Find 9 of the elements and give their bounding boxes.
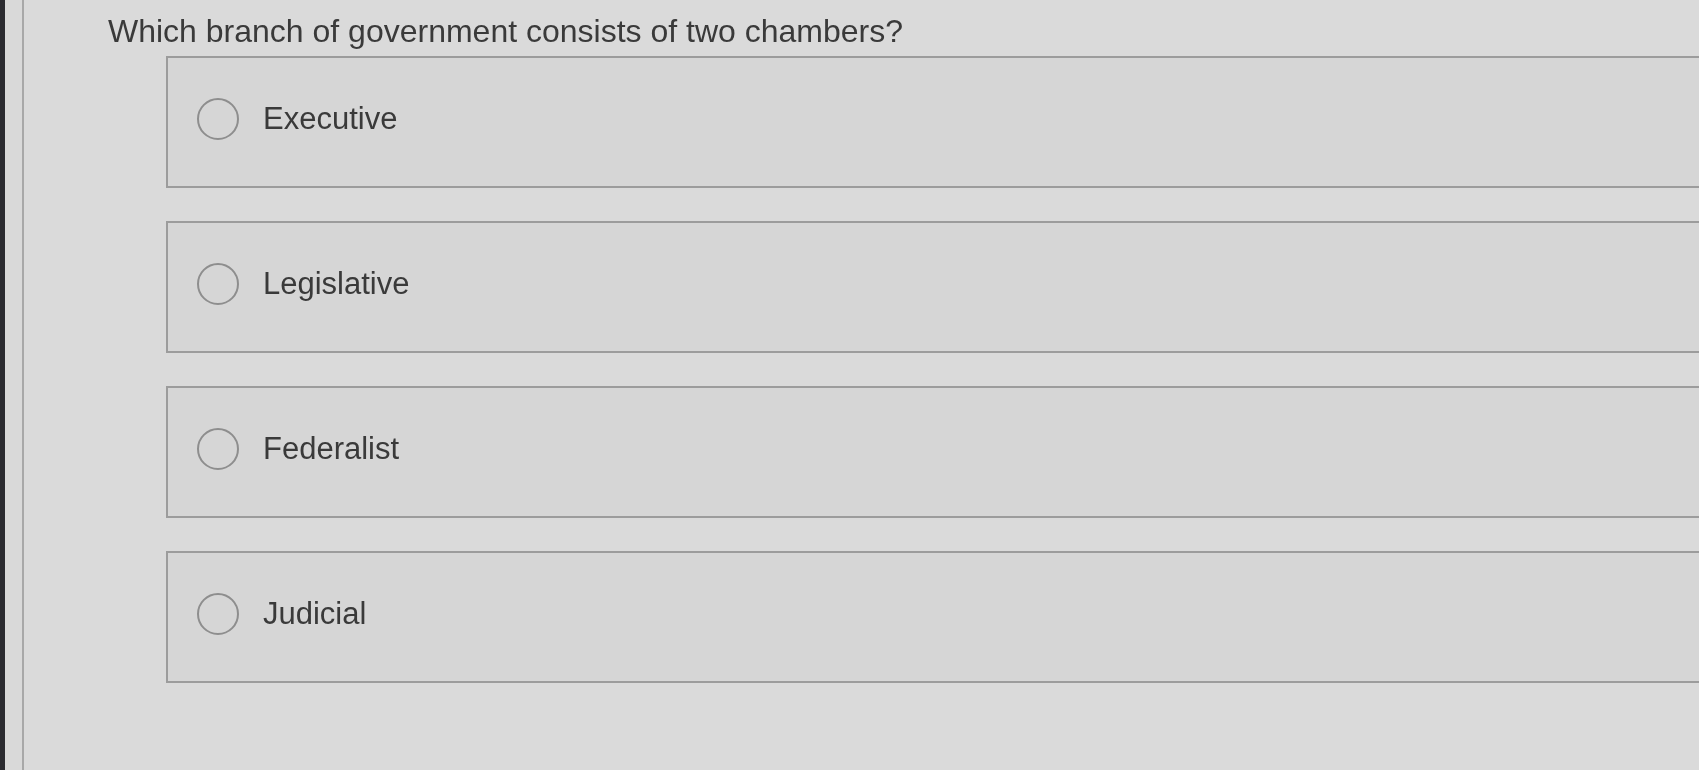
radio-button[interactable] bbox=[197, 98, 239, 140]
radio-button[interactable] bbox=[197, 428, 239, 470]
option-label[interactable]: Judicial bbox=[263, 595, 367, 633]
radio-button[interactable] bbox=[197, 263, 239, 305]
radio-button[interactable] bbox=[197, 593, 239, 635]
option-label[interactable]: Legislative bbox=[263, 265, 410, 303]
option-label[interactable]: Executive bbox=[263, 100, 398, 138]
option-label[interactable]: Federalist bbox=[263, 430, 400, 468]
question-text: Which branch of government consists of two chambers? bbox=[108, 13, 904, 49]
